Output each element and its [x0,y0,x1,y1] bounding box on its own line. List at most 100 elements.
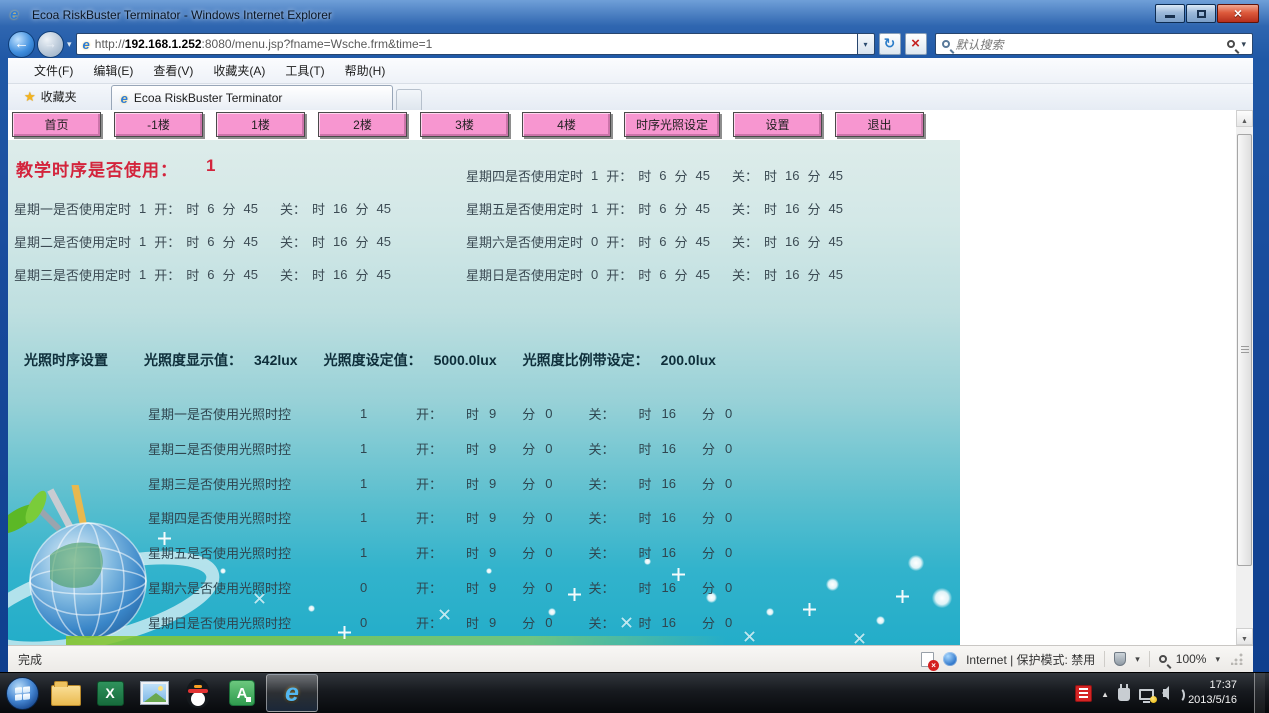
page-error-icon[interactable] [921,652,934,667]
menu-view[interactable]: 查看(V) [143,58,203,83]
minimize-button[interactable] [1155,4,1185,23]
address-bar[interactable]: http://192.168.1.252:8080/menu.jsp?fname… [76,33,858,55]
enabled-value: 1 [589,168,600,183]
close-button[interactable] [1217,4,1259,23]
resize-grip[interactable] [1231,653,1243,665]
timer-row-monday: 星期一是否使用定时1 开：时6分45 关：时16分45 [14,199,393,218]
nav-button-floor-1[interactable]: 1楼 [216,112,305,137]
off-minute: 45 [827,168,845,183]
menu-tools[interactable]: 工具(T) [275,58,334,83]
nav-button-floor-b1[interactable]: -1楼 [114,112,203,137]
ime-icon[interactable] [1075,685,1092,702]
menu-help[interactable]: 帮助(H) [335,58,396,83]
menu-edit[interactable]: 编辑(E) [83,58,143,83]
hour-label: 时 [764,232,777,251]
hour-label: 时 [466,474,479,493]
nav-button-floor-3[interactable]: 3楼 [420,112,509,137]
search-options-dropdown[interactable] [1241,39,1246,50]
day-label: 星期六是否使用光照时控 [148,578,360,597]
minute-label: 分 [223,232,236,251]
sparkle-dot [876,616,885,625]
nav-button-home[interactable]: 首页 [12,112,101,137]
hour-label: 时 [186,232,199,251]
nav-button-settings[interactable]: 设置 [733,112,822,137]
on-minute: 45 [694,201,712,216]
on-label: 开： [606,166,632,185]
power-plug-icon[interactable] [1118,688,1130,701]
nav-button-schedule-light[interactable]: 时序光照设定 [624,112,720,137]
hour-label: 时 [466,508,479,527]
taskbar-item-excel[interactable] [88,673,132,713]
taskbar-item-explorer[interactable] [44,673,88,713]
on-label: 开： [416,439,442,458]
tray-expand-icon[interactable] [1101,684,1109,702]
forward-button[interactable] [37,31,64,58]
menu-bar: 文件(F) 编辑(E) 查看(V) 收藏夹(A) 工具(T) 帮助(H) [8,58,1253,84]
off-hour: 16 [331,267,349,282]
vertical-scrollbar[interactable] [1236,110,1253,645]
show-desktop-button[interactable] [1254,673,1265,713]
menu-file[interactable]: 文件(F) [24,58,83,83]
scroll-up-button[interactable] [1236,110,1253,127]
on-hour: 6 [657,267,668,282]
nav-button-floor-2[interactable]: 2楼 [318,112,407,137]
minute-label: 分 [223,265,236,284]
sparkle-icon [850,629,868,645]
taskbar: 17:37 2013/5/16 [0,672,1269,713]
minute-label: 分 [702,474,715,493]
refresh-button[interactable] [879,33,901,55]
stop-button[interactable] [905,33,927,55]
taskbar-item-internet-explorer[interactable] [266,674,318,712]
enabled-value: 1 [137,234,148,249]
taskbar-item-photos[interactable] [132,673,176,713]
recent-pages-dropdown[interactable] [67,39,72,50]
menu-favorites[interactable]: 收藏夹(A) [203,58,275,83]
enabled-value: 1 [360,510,386,525]
light-row-sunday: 星期日是否使用光照时控0 开：时9分0 关：时16分0 [148,613,732,632]
off-label: 关： [589,613,615,632]
address-dropdown-button[interactable] [858,33,875,55]
volume-icon[interactable] [1163,689,1169,697]
on-hour: 6 [205,201,216,216]
arrow-up-icon [1241,110,1248,128]
new-tab-button[interactable] [396,89,422,110]
taskbar-clock[interactable]: 17:37 2013/5/16 [1188,678,1237,708]
active-tab[interactable]: Ecoa RiskBuster Terminator [111,85,393,110]
chevron-down-icon[interactable] [1135,654,1140,665]
network-warning-icon[interactable] [1139,689,1154,700]
off-label: 关： [280,265,306,284]
tab-favicon [121,92,128,105]
zoom-icon[interactable] [1159,655,1167,663]
favorites-button[interactable]: 收藏夹 [14,84,87,110]
nav-button-floor-4[interactable]: 4楼 [522,112,611,137]
hour-label: 时 [638,265,651,284]
scrollbar-thumb[interactable] [1237,134,1252,566]
on-label: 开： [154,199,180,218]
nav-button-exit[interactable]: 退出 [835,112,924,137]
minute-label: 分 [702,439,715,458]
taskbar-item-qq[interactable] [176,673,220,713]
zoom-level: 100% [1176,652,1207,666]
back-button[interactable] [8,31,35,58]
search-box[interactable]: 默认搜索 [935,33,1253,55]
start-button[interactable] [0,673,44,713]
minute-label: 分 [522,578,535,597]
scroll-down-button[interactable] [1236,628,1253,645]
on-hour: 9 [489,476,496,491]
day-label: 星期三是否使用光照时控 [148,474,360,493]
maximize-button[interactable] [1186,4,1216,23]
sparkle-dot [766,608,774,616]
off-hour: 16 [331,201,349,216]
url-text: http://192.168.1.252:8080/menu.jsp?fname… [95,37,433,51]
desktop: Ecoa RiskBuster Terminator - Windows Int… [0,0,1269,713]
lux-setpoint-value: 5000.0lux [434,352,497,368]
protected-mode-icon[interactable] [1114,652,1126,666]
zoom-dropdown[interactable] [1215,654,1220,665]
off-label: 关： [732,166,758,185]
search-go-icon[interactable] [1227,40,1235,48]
off-minute: 45 [375,267,393,282]
taskbar-item-a-app[interactable] [220,673,264,713]
on-hour: 6 [657,201,668,216]
ie-icon [285,681,299,706]
title-bar[interactable]: Ecoa RiskBuster Terminator - Windows Int… [0,0,1269,30]
